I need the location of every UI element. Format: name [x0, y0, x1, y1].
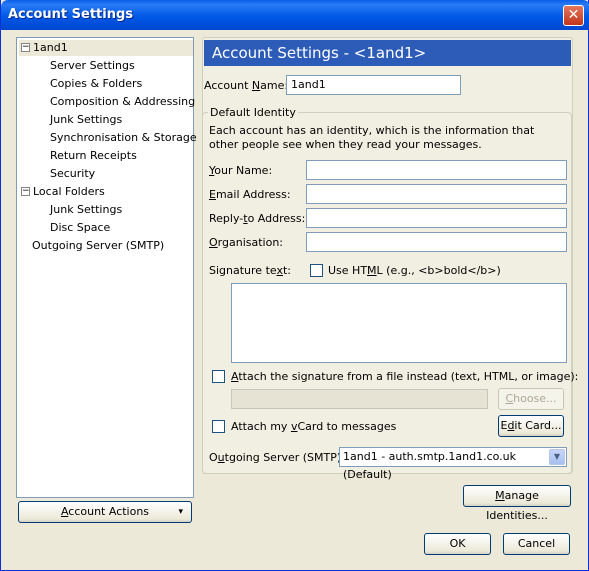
tree-item-copies-folders[interactable]: Copies & Folders: [50, 76, 142, 92]
tree-item-junk-settings[interactable]: Junk Settings: [50, 112, 122, 128]
collapse-icon[interactable]: −: [21, 187, 30, 196]
chevron-down-icon[interactable]: ▼: [549, 449, 565, 465]
reply-to-input[interactable]: [306, 208, 567, 228]
your-name-input[interactable]: [306, 160, 567, 180]
signature-text-label: Signature text:: [209, 264, 291, 277]
tree-item-composition[interactable]: Composition & Addressing: [50, 94, 195, 110]
choose-button: Choose...: [498, 388, 564, 410]
tree-item-1and1[interactable]: − 1and1: [19, 40, 193, 56]
your-name-label: Your Name:: [209, 164, 273, 177]
identity-description: Each account has an identity, which is t…: [209, 124, 535, 151]
window-title: Account Settings: [8, 7, 134, 22]
title-bar[interactable]: Account Settings ✕: [1, 0, 589, 30]
edit-card-button[interactable]: Edit Card...: [498, 415, 564, 437]
ok-button[interactable]: OK: [424, 533, 491, 555]
use-html-checkbox[interactable]: [310, 264, 323, 277]
email-label: Email Address:: [209, 188, 291, 201]
account-tree[interactable]: − 1and1 Server Settings Copies & Folders…: [16, 37, 197, 498]
tree-item-disc-space[interactable]: Disc Space: [50, 220, 110, 236]
tree-item-server-settings[interactable]: Server Settings: [50, 58, 135, 74]
tree-item-return-receipts[interactable]: Return Receipts: [50, 148, 137, 164]
panel-header: Account Settings - <1and1>: [204, 40, 571, 66]
close-icon[interactable]: ✕: [563, 5, 584, 26]
reply-to-label: Reply-to Address:: [209, 212, 306, 225]
tree-item-label: 1and1: [33, 41, 68, 54]
tree-item-synchronisation[interactable]: Synchronisation & Storage: [50, 130, 197, 146]
use-html-label[interactable]: Use HTML (e.g., <b>bold</b>): [328, 264, 501, 277]
signature-file-input: [231, 389, 488, 409]
outgoing-server-value: 1and1 - auth.smtp.1and1.co.uk (Default): [343, 450, 516, 481]
tree-item-outgoing-server[interactable]: Outgoing Server (SMTP): [32, 238, 164, 254]
account-settings-window: Account Settings ✕ − 1and1 Server Settin…: [0, 0, 589, 571]
organisation-label: Organisation:: [209, 236, 284, 249]
cancel-button[interactable]: Cancel: [503, 533, 570, 555]
tree-item-label: Local Folders: [33, 185, 105, 198]
attach-vcard-label[interactable]: Attach my vCard to messages: [231, 420, 396, 433]
outgoing-server-label: Outgoing Server (SMTP):: [209, 451, 345, 464]
organisation-input[interactable]: [306, 232, 567, 252]
signature-textarea[interactable]: [231, 283, 567, 363]
account-name-input[interactable]: 1and1: [286, 75, 461, 95]
outgoing-server-select[interactable]: 1and1 - auth.smtp.1and1.co.uk (Default) …: [339, 447, 567, 481]
manage-identities-button[interactable]: Manage Identities...: [463, 485, 571, 522]
collapse-icon[interactable]: −: [21, 43, 30, 52]
attach-vcard-checkbox[interactable]: [212, 420, 225, 433]
tree-item-local-junk-settings[interactable]: Junk Settings: [50, 202, 122, 218]
account-actions-button[interactable]: Account Actions ▾: [18, 501, 192, 523]
attach-signature-label[interactable]: Attach the signature from a file instead…: [231, 370, 578, 383]
account-name-label: Account Name:: [204, 79, 289, 92]
attach-signature-checkbox[interactable]: [212, 370, 225, 383]
dropdown-arrow-icon: ▾: [178, 507, 183, 517]
tree-item-security[interactable]: Security: [50, 166, 95, 182]
default-identity-title: Default Identity: [208, 106, 298, 119]
email-input[interactable]: [306, 184, 567, 204]
